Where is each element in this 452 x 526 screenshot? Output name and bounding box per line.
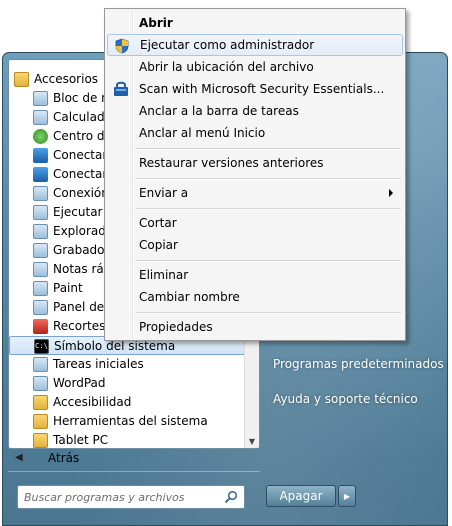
shutdown-button[interactable]: Apagar: [266, 485, 336, 507]
menu-separator: [135, 178, 401, 179]
projector-icon: [33, 148, 48, 163]
submenu-arrow-icon: [389, 189, 393, 197]
search-box[interactable]: [17, 485, 245, 509]
program-label: Tareas iniciales: [53, 357, 144, 371]
remote-desktop-icon: [33, 186, 48, 201]
sync-icon: [33, 129, 48, 144]
menu-item-label: Scan with Microsoft Security Essentials.…: [139, 82, 385, 96]
security-essentials-icon: [114, 81, 128, 96]
program-label: Recortes: [53, 319, 106, 333]
menu-separator: [135, 260, 401, 261]
menu-item[interactable]: Anclar al menú Inicio: [107, 122, 403, 144]
search-input[interactable]: [24, 489, 214, 505]
back-label: Atrás: [48, 451, 80, 465]
sticky-notes-icon: [33, 262, 48, 277]
shutdown-options-button[interactable]: ▶: [338, 485, 356, 507]
menu-item-label: Anclar a la barra de tareas: [139, 104, 299, 118]
program-label: Herramientas del sistema: [53, 414, 208, 428]
menu-item[interactable]: Abrir: [107, 12, 403, 34]
program-item[interactable]: Tareas iniciales: [9, 355, 245, 374]
uac-shield-icon: [115, 38, 129, 54]
cmd-icon: C:\: [34, 339, 49, 354]
search-icon[interactable]: [224, 490, 238, 504]
menu-separator: [135, 208, 401, 209]
calculator-icon: [33, 110, 48, 125]
context-menu: Abrir Ejecutar como administrador Abrir la…: [104, 8, 406, 341]
program-label: Accesibilidad: [53, 395, 132, 409]
program-item[interactable]: WordPad: [9, 374, 245, 393]
back-arrow-icon: ◀: [15, 452, 23, 463]
program-item[interactable]: Accesibilidad: [9, 393, 245, 412]
help-support-link[interactable]: Ayuda y soporte técnico: [273, 392, 418, 406]
chevron-right-icon: ▶: [343, 491, 351, 501]
menu-item-label: Ejecutar como administrador: [140, 38, 315, 52]
menu-item-label: Abrir: [139, 16, 173, 30]
snipping-icon: [33, 319, 48, 334]
menu-item-label: Cambiar nombre: [139, 290, 240, 304]
explorer-icon: [33, 224, 48, 239]
program-item[interactable]: Herramientas del sistema: [9, 412, 245, 431]
network-icon: [33, 167, 48, 182]
menu-separator: [135, 312, 401, 313]
notepad-icon: [33, 91, 48, 106]
menu-item[interactable]: Anclar a la barra de tareas: [107, 100, 403, 122]
input-panel-icon: [33, 300, 48, 315]
program-label: Paint: [53, 281, 83, 295]
wordpad-icon: [33, 376, 48, 391]
menu-separator: [135, 148, 401, 149]
folder-icon: [33, 433, 48, 448]
folder-icon: [33, 414, 48, 429]
divider: [8, 471, 260, 472]
menu-item-label: Propiedades: [139, 320, 213, 334]
program-label: Accesorios: [34, 72, 99, 86]
menu-item-label: Anclar al menú Inicio: [139, 126, 266, 140]
microphone-icon: [33, 243, 48, 258]
menu-item[interactable]: Eliminar: [107, 264, 403, 286]
default-programs-link[interactable]: Programas predeterminados: [273, 357, 444, 371]
menu-item[interactable]: Enviar a: [107, 182, 403, 204]
menu-item[interactable]: Cortar: [107, 212, 403, 234]
menu-item-label: Cortar: [139, 216, 177, 230]
program-label: WordPad: [53, 376, 106, 390]
menu-item[interactable]: Propiedades: [107, 316, 403, 338]
folder-icon: [33, 395, 48, 410]
menu-item-label: Eliminar: [139, 268, 189, 282]
menu-item[interactable]: Copiar: [107, 234, 403, 256]
paint-icon: [33, 281, 48, 296]
menu-item-label: Abrir la ubicación del archivo: [139, 60, 314, 74]
getting-started-icon: [33, 357, 48, 372]
menu-item[interactable]: Cambiar nombre: [107, 286, 403, 308]
program-label: Ejecutar: [53, 205, 103, 219]
scroll-down-icon[interactable]: ▼: [245, 434, 259, 448]
folder-icon: [14, 72, 29, 87]
menu-item-label: Copiar: [139, 238, 178, 252]
run-icon: [33, 205, 48, 220]
menu-item[interactable]: Scan with Microsoft Security Essentials.…: [107, 78, 403, 100]
menu-item-label: Enviar a: [139, 186, 189, 200]
menu-item-label: Restaurar versiones anteriores: [139, 156, 324, 170]
menu-item[interactable]: Ejecutar como administrador: [107, 34, 403, 56]
back-button[interactable]: ◀ Atrás: [3, 447, 447, 469]
menu-item[interactable]: Abrir la ubicación del archivo: [107, 56, 403, 78]
menu-item[interactable]: Restaurar versiones anteriores: [107, 152, 403, 174]
